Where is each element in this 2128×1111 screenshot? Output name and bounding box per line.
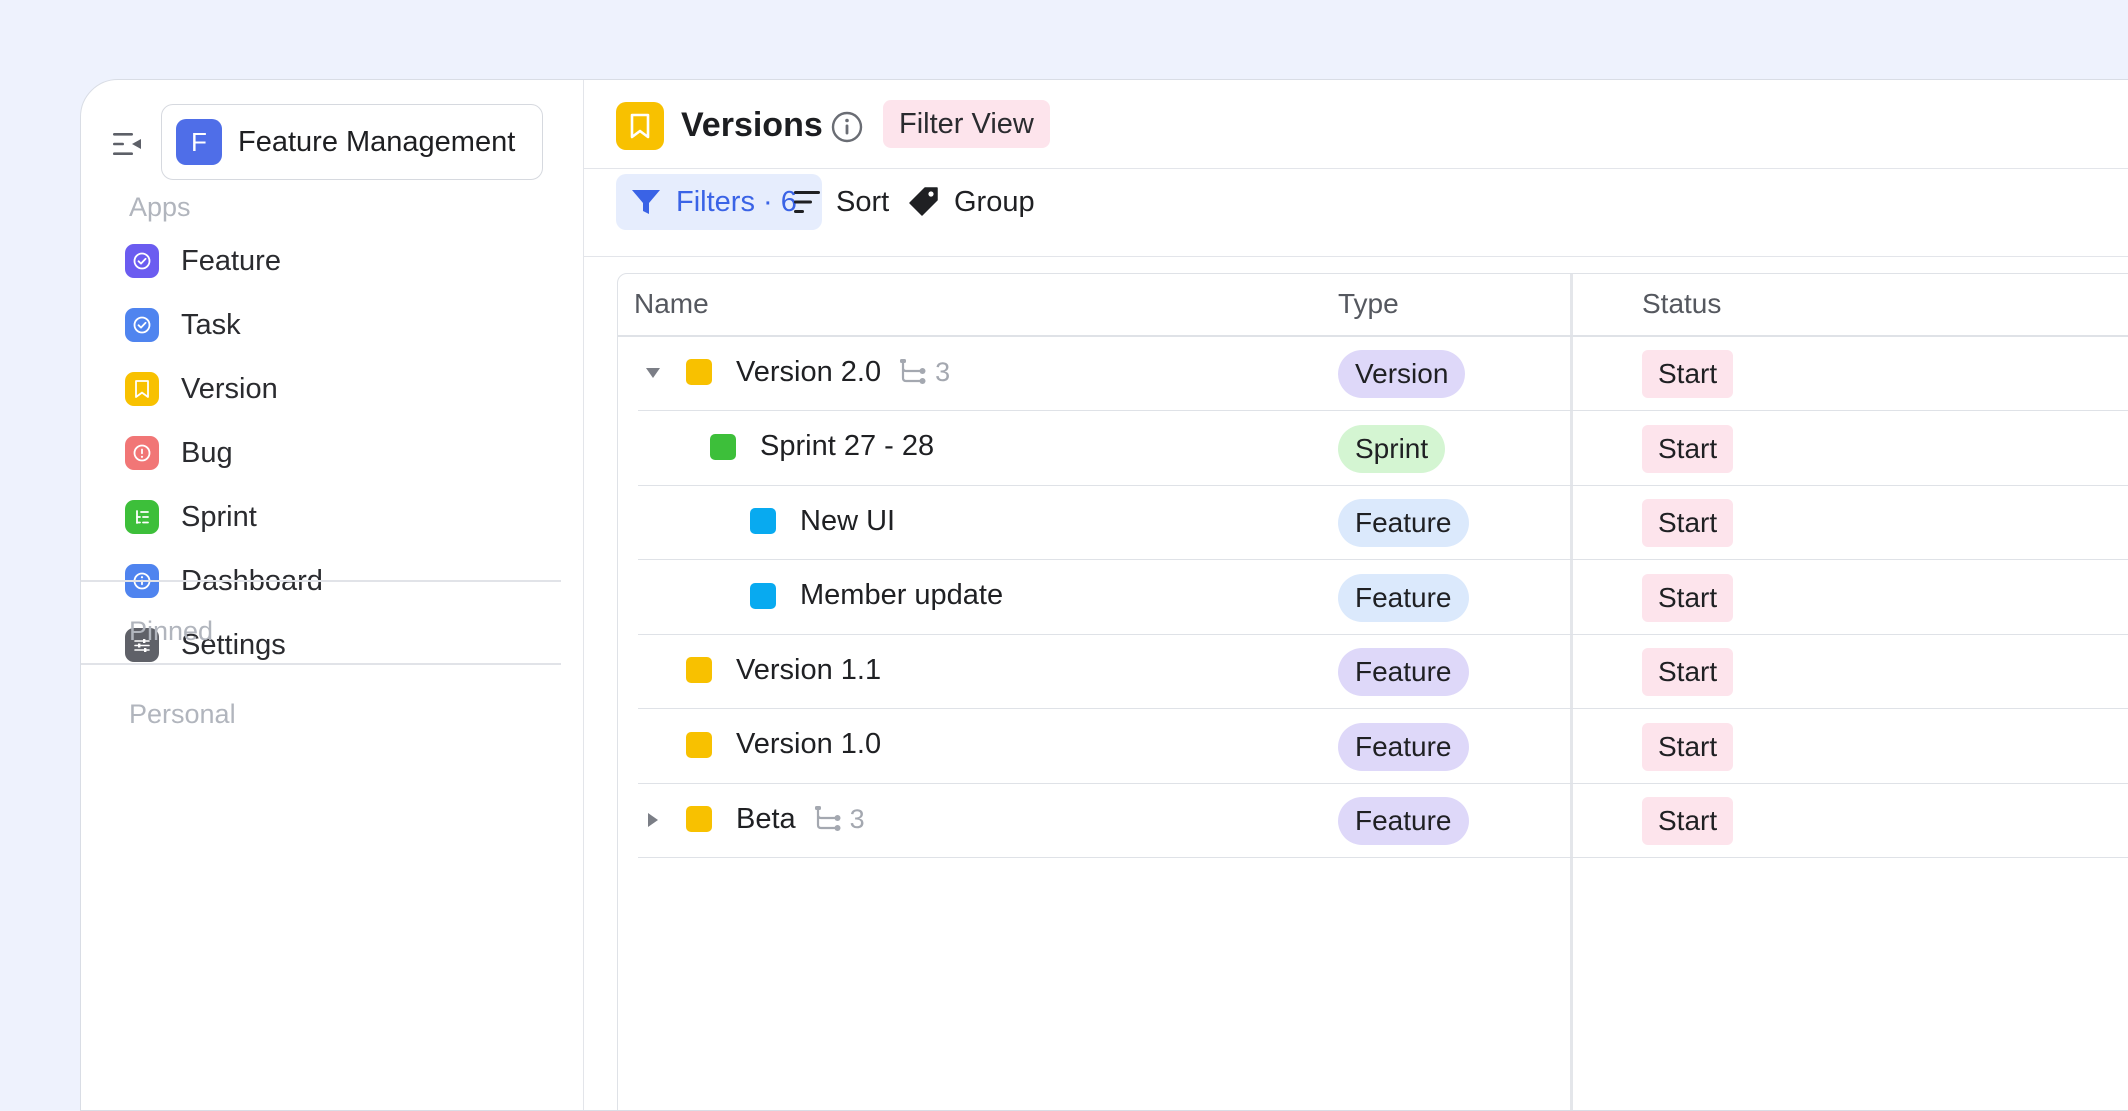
bookmark-icon [125,372,159,406]
row-name: Version 1.0 [736,728,882,760]
sidebar-divider [81,580,561,582]
sidebar-item-sprint[interactable]: Sprint [125,491,545,543]
item-color-square [686,731,712,758]
sidebar: F Feature Management Apps Feature Task Ver… [81,80,584,1110]
subitems-icon [814,806,841,831]
tag-icon [909,187,938,216]
version-app-icon [616,102,664,150]
table-row[interactable]: New UI Feature Start [638,485,2128,560]
filter-icon [632,190,660,214]
sidebar-item-task[interactable]: Task [125,299,545,351]
workspace-name: Feature Management [238,125,516,158]
subitem-count-value: 3 [849,803,865,834]
status-badge[interactable]: Start [1642,648,1734,696]
triangle-down-icon [646,368,660,378]
table-row[interactable]: Beta 3 Feature Start [638,783,2128,858]
subitem-count-value: 3 [935,356,951,387]
type-pill[interactable]: Version [1338,350,1466,398]
row-name-cell[interactable]: Member update [750,560,1003,632]
item-color-square [686,657,712,683]
group-button[interactable]: Group [908,174,1035,230]
collapse-row-button[interactable] [640,360,666,386]
row-name: Beta [736,802,796,835]
status-badge[interactable]: Start [1642,722,1734,771]
type-pill[interactable]: Feature [1338,648,1469,696]
sort-icon [794,191,820,213]
table-row[interactable]: Version 2.0 3 Version Start [638,336,2128,411]
group-label: Group [954,185,1035,218]
check-circle-icon [125,308,159,342]
expand-row-button[interactable] [640,807,666,833]
workspace-switcher[interactable]: F Feature Management [161,104,543,180]
status-badge[interactable]: Start [1642,424,1734,473]
table-row[interactable]: Version 1.1 Feature Start [638,634,2128,709]
pinned-section-label[interactable]: Pinned [129,616,213,647]
status-badge[interactable]: Start [1642,573,1734,622]
item-color-square [686,806,712,832]
sprint-list-icon [125,500,159,534]
type-pill[interactable]: Sprint [1338,424,1446,473]
sidebar-item-label: Feature [181,244,281,277]
type-pill[interactable]: Feature [1338,499,1469,547]
item-color-square [750,508,776,534]
bookmark-icon [630,113,650,139]
collapse-sidebar-button[interactable] [111,128,143,160]
subitem-count[interactable]: 3 [899,357,950,388]
row-name: New UI [800,504,896,537]
row-name: Version 2.0 [736,355,882,388]
sidebar-item-label: Version [181,372,278,405]
row-name: Version 1.1 [736,653,882,686]
collapse-sidebar-icon [113,133,141,155]
info-button[interactable] [830,110,864,144]
main-content: Versions Filter View Filters · 6 Sort Gr… [584,80,2128,1110]
sort-label: Sort [836,185,890,218]
item-color-square [750,582,776,609]
check-circle-icon [125,244,159,278]
workspace-avatar: F [176,119,222,165]
subitem-count[interactable]: 3 [814,804,865,835]
apps-section-label: Apps [129,192,191,222]
table-row[interactable]: Sprint 27 - 28 Sprint Start [638,411,2128,486]
filter-view-chip[interactable]: Filter View [883,100,1050,148]
row-name-cell[interactable]: Beta 3 [686,783,865,855]
filters-label: Filters · 6 [676,185,797,218]
type-pill[interactable]: Feature [1338,797,1469,845]
column-header-name[interactable]: Name [634,288,709,320]
table-row[interactable]: Member update Feature Start [638,560,2128,635]
sidebar-item-label: Sprint [181,500,257,533]
column-header-type[interactable]: Type [1338,288,1399,320]
app-window: F Feature Management Apps Feature Task Ver… [80,79,2128,1111]
page-header: Versions Filter View [584,80,2128,169]
sidebar-item-label: Task [181,308,241,341]
type-pill[interactable]: Feature [1338,722,1469,771]
status-badge[interactable]: Start [1642,350,1734,398]
item-color-square [710,433,736,460]
row-name-cell[interactable]: Sprint 27 - 28 [710,411,934,483]
status-badge[interactable]: Start [1642,797,1734,845]
sidebar-item-feature[interactable]: Feature [125,235,545,287]
sidebar-item-version[interactable]: Version [125,363,545,415]
triangle-right-icon [648,813,658,827]
versions-table: Name Type Status Version 2.0 3 Version Star… [617,273,2128,1110]
sidebar-divider [81,663,561,665]
sort-button[interactable]: Sort [792,174,889,230]
sidebar-item-label: Bug [181,436,233,469]
sidebar-item-bug[interactable]: Bug [125,427,545,479]
subitems-icon [900,359,926,384]
row-name: Sprint 27 - 28 [760,430,935,462]
table-row[interactable]: Version 1.0 Feature Start [638,709,2128,784]
row-name: Member update [800,579,1004,611]
type-pill[interactable]: Feature [1338,573,1469,622]
alert-circle-icon [125,436,159,470]
row-name-cell[interactable]: Version 2.0 3 [686,336,950,408]
column-header-status[interactable]: Status [1642,288,1721,320]
personal-section-label[interactable]: Personal [129,699,236,730]
item-color-square [686,359,712,385]
status-badge[interactable]: Start [1642,499,1734,547]
row-name-cell[interactable]: Version 1.0 [686,709,881,781]
row-name-cell[interactable]: Version 1.1 [686,634,881,706]
row-name-cell[interactable]: New UI [750,485,895,557]
page-title: Versions [681,106,823,144]
info-icon [831,111,863,143]
